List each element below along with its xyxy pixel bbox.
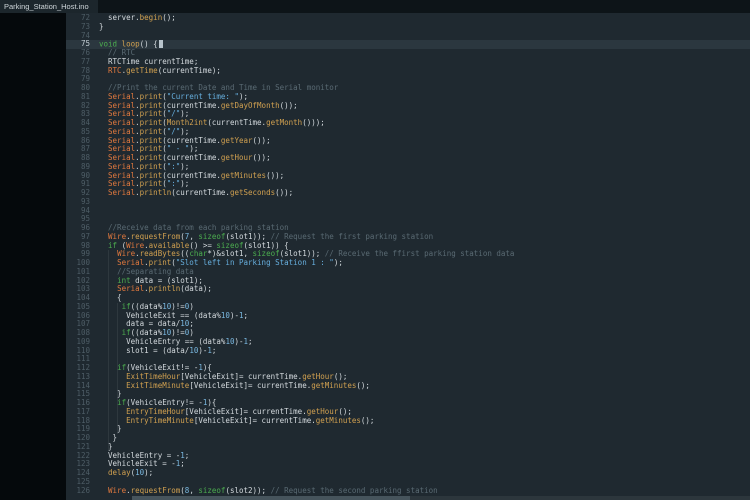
tab-label: Parking_Station_Host.ino (4, 2, 89, 11)
horizontal-scrollbar[interactable] (132, 496, 750, 500)
code-line[interactable]: 124 delay(10); (66, 468, 750, 478)
code-text: ExitTimeMinute[VehicleExit]= currentTime… (126, 380, 370, 390)
editor-tab[interactable]: Parking_Station_Host.ino (0, 0, 98, 13)
code-line[interactable]: 126 Wire.requestFrom(8, sizeof(slot2)); … (66, 485, 750, 496)
code-line[interactable]: 118 EntryTimeMinute[VehicleExit]= curren… (66, 415, 750, 426)
line-number[interactable]: 126 (66, 486, 99, 496)
left-gutter-panel (0, 13, 66, 500)
editor-tab-bar: Parking_Station_Host.ino (0, 0, 750, 13)
code-line[interactable]: 114 ExitTimeMinute[VehicleExit]= current… (66, 380, 750, 391)
code-line[interactable]: 73} (66, 21, 750, 32)
code-line[interactable]: 94 (66, 206, 750, 216)
ide-window: Parking_Station_Host.ino 72 server.begin… (0, 0, 750, 500)
code-line[interactable]: 75 void loop() { (66, 39, 750, 49)
code-text: RTC.getTime(currentTime); (108, 65, 221, 75)
code-text: Serial.println(currentTime.getSeconds())… (108, 188, 294, 197)
code-editor[interactable]: 72 server.begin(); 73} 74 75 void loop() {76… (66, 13, 750, 500)
code-line[interactable]: 78 RTC.getTime(currentTime); (66, 65, 750, 76)
code-line[interactable]: 72 server.begin(); (66, 13, 750, 23)
code-line[interactable]: 74 (66, 31, 750, 41)
code-line[interactable]: 110 slot1 = (data/10)-1; (66, 346, 750, 356)
editor-body: 72 server.begin(); 73} 74 75 void loop() {76… (0, 13, 750, 500)
horizontal-scrollbar-thumb[interactable] (132, 496, 411, 500)
code-text: server.begin(); (99, 13, 176, 22)
code-text: } (99, 21, 104, 31)
code-line[interactable]: 93 (66, 197, 750, 207)
code-area: 72 server.begin(); 73} 74 75 void loop() {76… (66, 13, 750, 496)
code-text: Wire.requestFrom(8, sizeof(slot2)); // R… (108, 485, 438, 495)
indent-guide (108, 250, 109, 451)
code-text: EntryTimeMinute[VehicleExit]= currentTim… (126, 415, 375, 425)
code-line[interactable]: 119 } (66, 424, 750, 434)
code-text: delay(10); (108, 468, 154, 477)
indent-guide (117, 303, 118, 434)
code-line[interactable]: 123 VehicleExit = -1; (66, 459, 750, 469)
code-line[interactable]: 92 Serial.println(currentTime.getSeconds… (66, 188, 750, 198)
text-cursor (158, 40, 163, 48)
code-line[interactable]: 120 } (66, 433, 750, 443)
code-line[interactable]: 103 Serial.println(data); (66, 284, 750, 294)
